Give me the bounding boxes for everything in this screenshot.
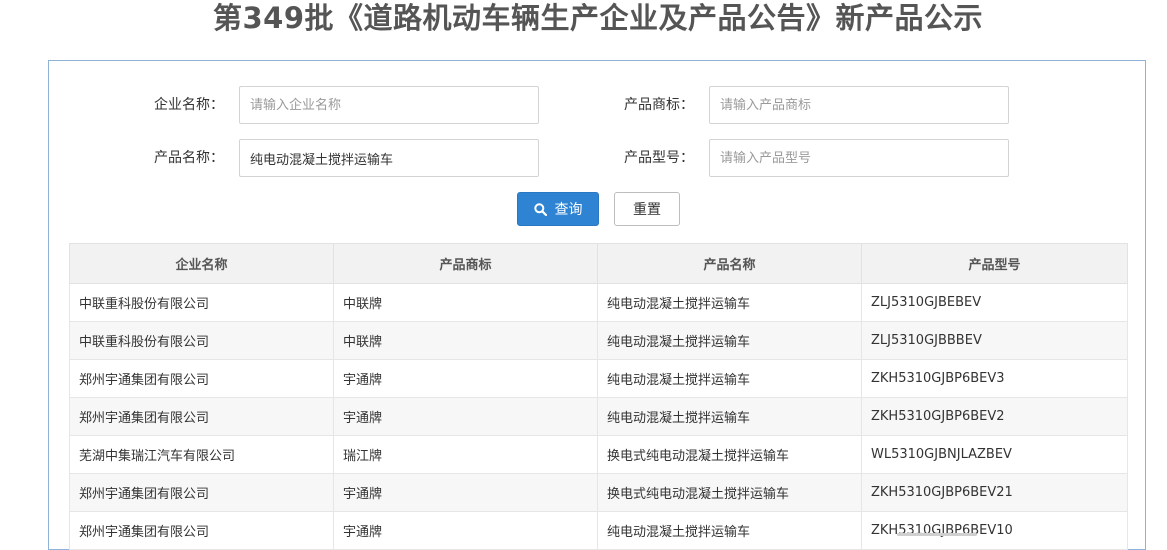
cell-company: 中联重科股份有限公司 <box>69 321 334 360</box>
product-name-label: 产品名称： <box>154 150 224 166</box>
cell-company: 芜湖中集瑞江汽车有限公司 <box>69 435 334 474</box>
cell-model: ZKH5310GJBP6BEV21 <box>861 473 1128 512</box>
reset-button-label: 重置 <box>633 202 661 218</box>
cell-product-name: 换电式纯电动混凝土搅拌运输车 <box>597 473 862 512</box>
query-panel: 企业名称： 产品商标： 产品名称： 产品型号： 查询 重置 企业名称 产品商标 … <box>48 60 1146 550</box>
cell-brand: 宇通牌 <box>333 397 598 436</box>
search-icon <box>533 202 547 216</box>
cell-model: ZKH5310GJBP6BEV3 <box>861 359 1128 398</box>
company-label: 企业名称： <box>154 97 224 113</box>
cell-model: ZKH5310GJBP6BEV10 <box>861 511 1128 550</box>
cell-product-name: 纯电动混凝土搅拌运输车 <box>597 359 862 398</box>
product-name-input[interactable] <box>239 139 539 177</box>
cell-company: 郑州宇通集团有限公司 <box>69 511 334 550</box>
cell-brand: 中联牌 <box>333 321 598 360</box>
column-header-company: 企业名称 <box>69 243 334 284</box>
table-row[interactable]: 郑州宇通集团有限公司 宇通牌 纯电动混凝土搅拌运输车 ZKH5310GJBP6B… <box>69 397 1128 436</box>
model-label: 产品型号： <box>624 150 694 166</box>
table-row[interactable]: 郑州宇通集团有限公司 宇通牌 纯电动混凝土搅拌运输车 ZKH5310GJBP6B… <box>69 511 1128 550</box>
table-row[interactable]: 芜湖中集瑞江汽车有限公司 瑞江牌 换电式纯电动混凝土搅拌运输车 WL5310GJ… <box>69 435 1128 474</box>
cell-company: 郑州宇通集团有限公司 <box>69 397 334 436</box>
cell-model: ZKH5310GJBP6BEV2 <box>861 397 1128 436</box>
cell-product-name: 纯电动混凝土搅拌运输车 <box>597 397 862 436</box>
cell-company: 中联重科股份有限公司 <box>69 283 334 322</box>
table-header-row: 企业名称 产品商标 产品名称 产品型号 <box>69 243 1128 284</box>
table-row[interactable]: 中联重科股份有限公司 中联牌 纯电动混凝土搅拌运输车 ZLJ5310GJBEBE… <box>69 283 1128 322</box>
query-button[interactable]: 查询 <box>517 192 599 226</box>
cell-brand: 瑞江牌 <box>333 435 598 474</box>
results-table: 企业名称 产品商标 产品名称 产品型号 中联重科股份有限公司 中联牌 纯电动混凝… <box>69 243 1128 550</box>
page-title: 第349批《道路机动车辆生产企业及产品公告》新产品公示 <box>212 1 984 35</box>
company-input[interactable] <box>239 86 539 124</box>
cell-product-name: 换电式纯电动混凝土搅拌运输车 <box>597 435 862 474</box>
cell-brand: 宇通牌 <box>333 359 598 398</box>
cell-product-name: 纯电动混凝土搅拌运输车 <box>597 283 862 322</box>
cell-product-name: 纯电动混凝土搅拌运输车 <box>597 321 862 360</box>
cell-model: ZLJ5310GJBEBEV <box>861 283 1128 322</box>
table-row[interactable]: 中联重科股份有限公司 中联牌 纯电动混凝土搅拌运输车 ZLJ5310GJBBBE… <box>69 321 1128 360</box>
cell-product-name: 纯电动混凝土搅拌运输车 <box>597 511 862 550</box>
table-row[interactable]: 郑州宇通集团有限公司 宇通牌 换电式纯电动混凝土搅拌运输车 ZKH5310GJB… <box>69 473 1128 512</box>
cell-company: 郑州宇通集团有限公司 <box>69 473 334 512</box>
cell-brand: 中联牌 <box>333 283 598 322</box>
cell-model: ZLJ5310GJBBBEV <box>861 321 1128 360</box>
model-input[interactable] <box>709 139 1009 177</box>
cell-model: WL5310GJBNJLAZBEV <box>861 435 1128 474</box>
column-header-product-name: 产品名称 <box>597 243 862 284</box>
reset-button[interactable]: 重置 <box>614 192 680 226</box>
query-button-label: 查询 <box>554 202 583 218</box>
table-row[interactable]: 郑州宇通集团有限公司 宇通牌 纯电动混凝土搅拌运输车 ZKH5310GJBP6B… <box>69 359 1128 398</box>
brand-input[interactable] <box>709 86 1009 124</box>
horizontal-scrollbar-thumb[interactable] <box>897 533 977 536</box>
column-header-brand: 产品商标 <box>333 243 598 284</box>
column-header-model: 产品型号 <box>861 243 1128 284</box>
brand-label: 产品商标： <box>624 97 694 113</box>
cell-company: 郑州宇通集团有限公司 <box>69 359 334 398</box>
cell-brand: 宇通牌 <box>333 473 598 512</box>
cell-brand: 宇通牌 <box>333 511 598 550</box>
